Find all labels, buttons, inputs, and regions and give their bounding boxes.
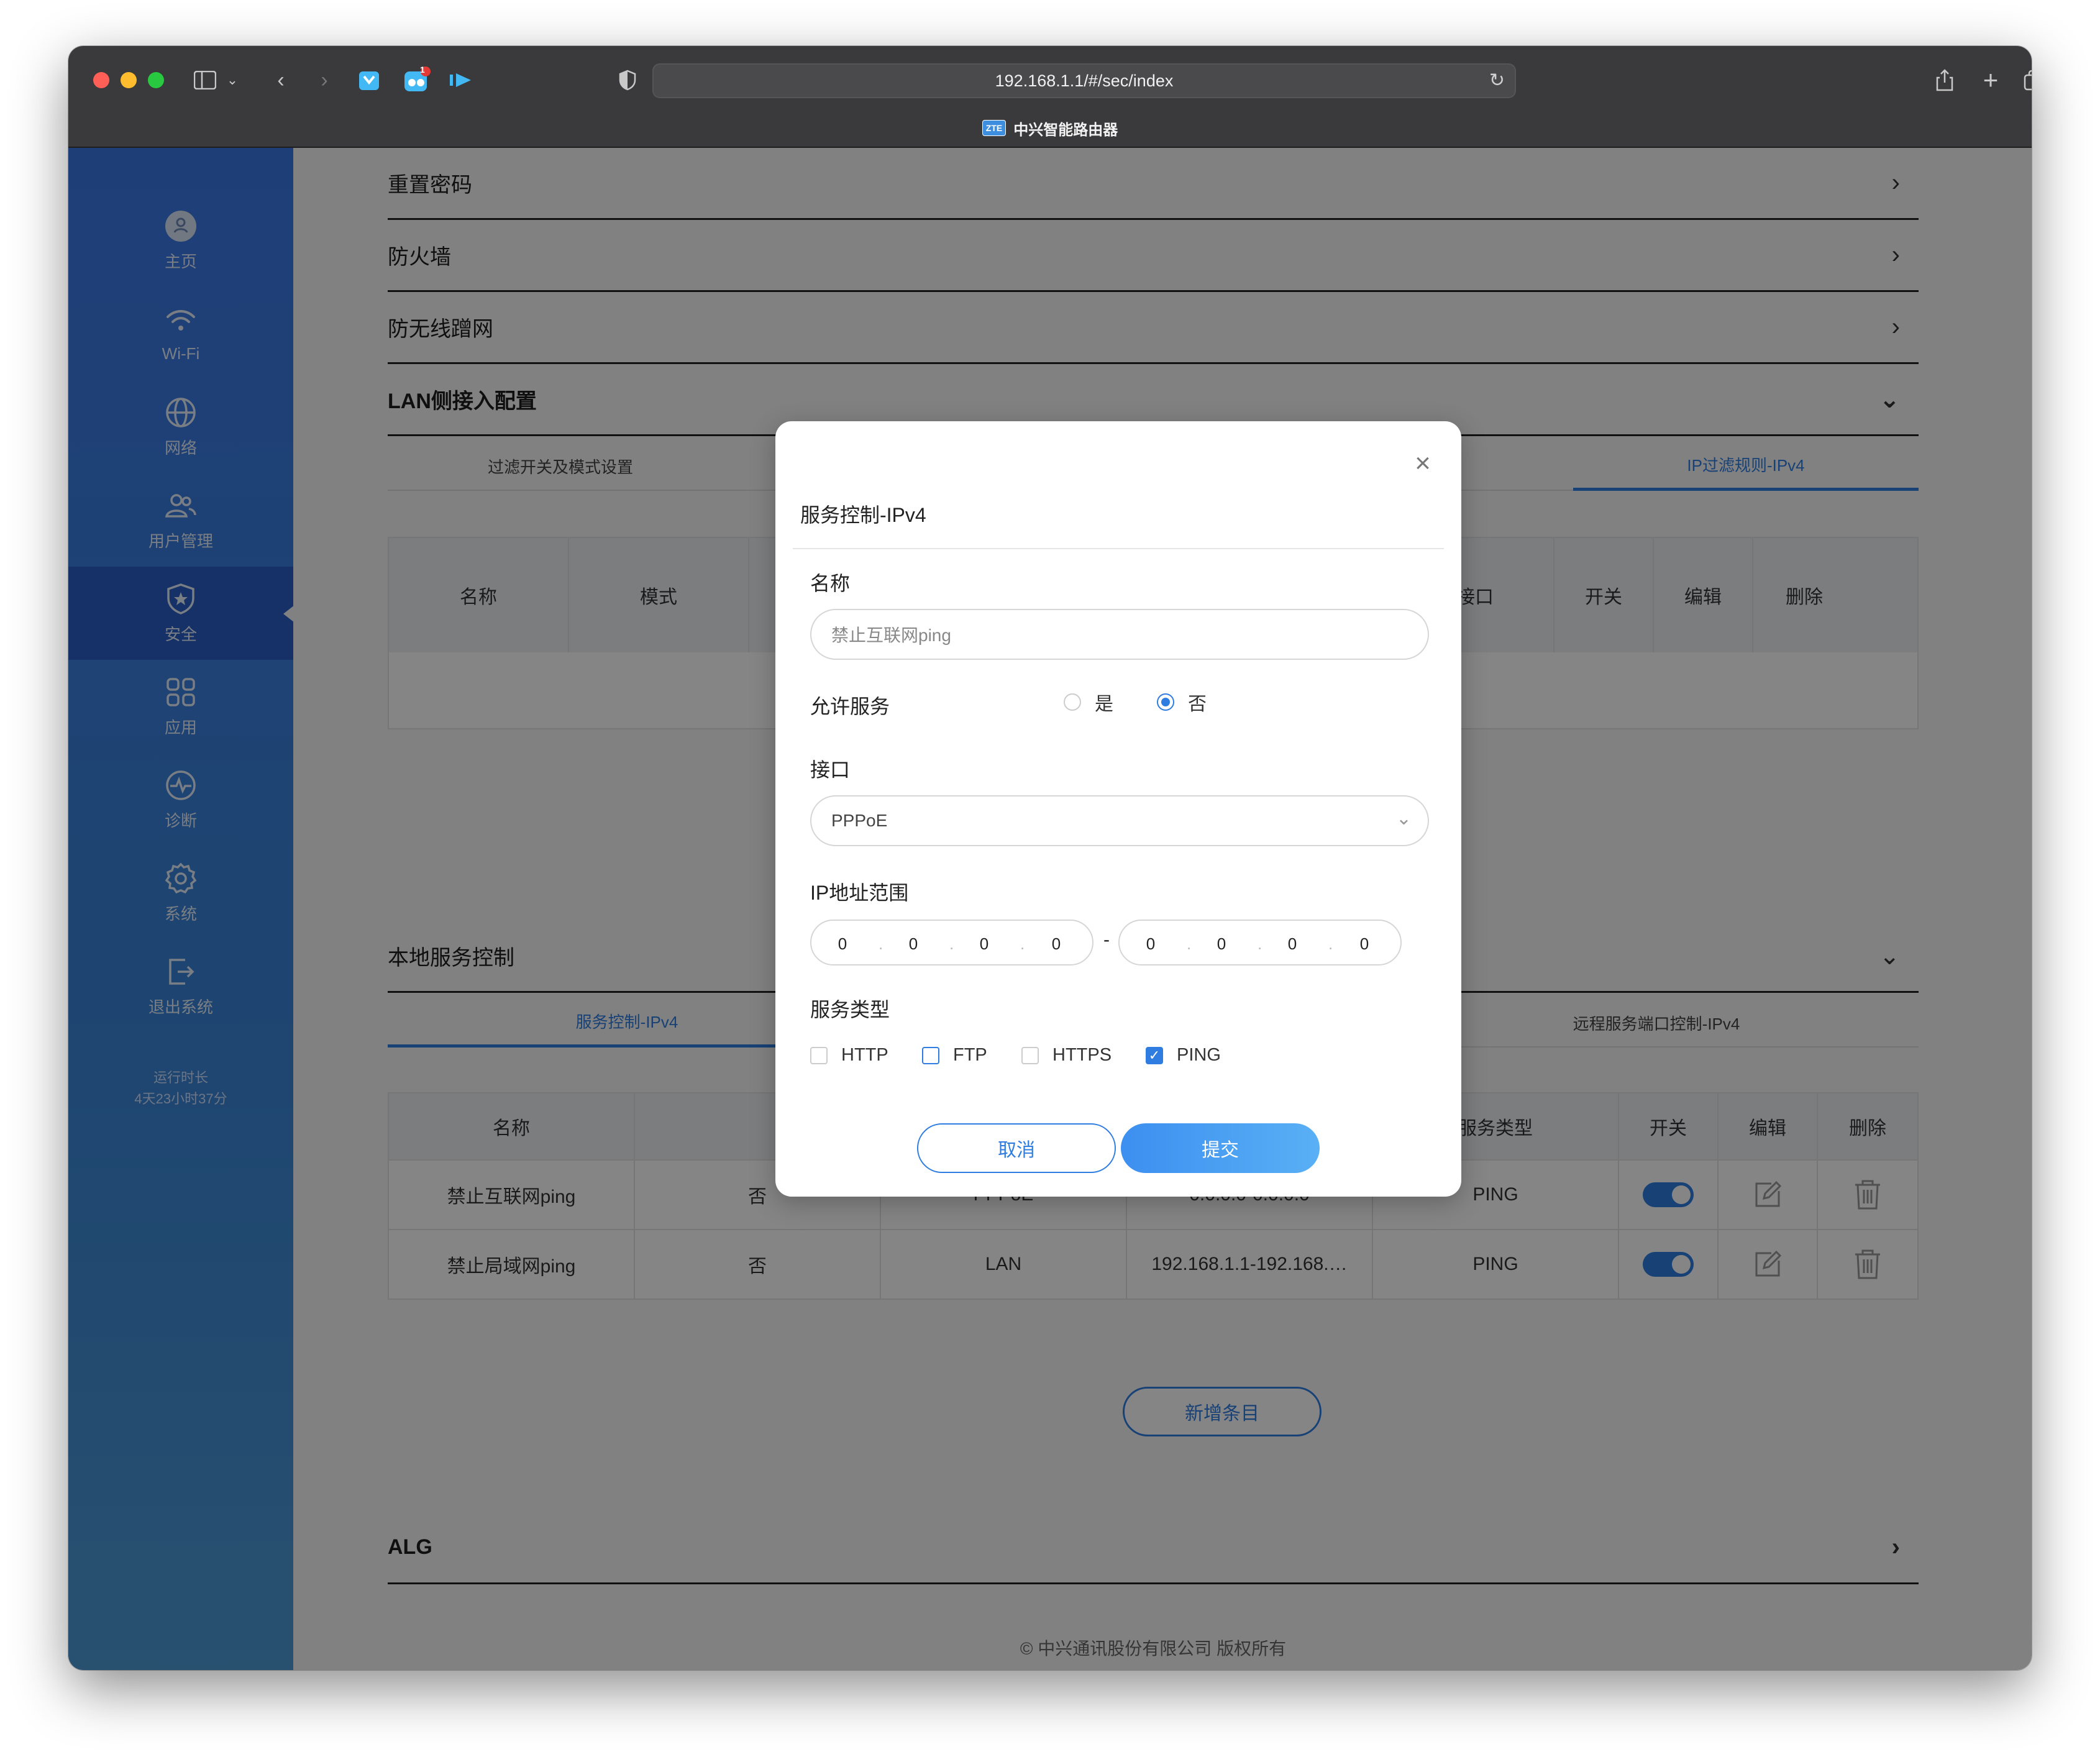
reload-icon[interactable]: ↻ [1489, 70, 1505, 91]
ip-octet[interactable]: 0 [830, 934, 855, 954]
ip-dot: . [879, 934, 883, 953]
name-input[interactable]: 禁止互联网ping [810, 609, 1429, 660]
tab-title[interactable]: ZTE 中兴智能路由器 [68, 116, 2032, 140]
ip-octet[interactable]: 0 [1280, 934, 1305, 954]
radio-circle [1157, 693, 1174, 711]
ip-dot: . [1258, 934, 1262, 953]
ip-dot: . [949, 934, 954, 953]
checkbox-label: FTP [953, 1045, 987, 1065]
router-page: 主页 Wi-Fi 网络 用户管理 安全 应用 诊断 系统 退出系统 运行时长 4… [68, 148, 2032, 1670]
url-text: 192.168.1.1/#/sec/index [995, 71, 1174, 90]
checkbox-label: HTTP [841, 1045, 888, 1065]
ip-dot: . [1328, 934, 1333, 953]
ip-start-input[interactable]: 0 . 0 . 0 . 0 [810, 920, 1093, 965]
checkbox-box [1021, 1046, 1039, 1064]
chevron-down-icon[interactable]: ⌄ [225, 66, 240, 94]
sidebar-toggle-icon[interactable] [190, 66, 220, 94]
checkbox-box [810, 1046, 828, 1064]
checkbox-label: PING [1177, 1045, 1221, 1065]
submit-button[interactable]: 提交 [1121, 1123, 1320, 1173]
radio-label: 是 [1095, 694, 1113, 714]
back-icon[interactable]: ‹ [268, 66, 293, 94]
share-icon[interactable] [1932, 66, 1957, 94]
interface-select[interactable]: PPPoE ⌄ [810, 795, 1429, 846]
http-checkbox[interactable]: HTTP [810, 1045, 888, 1066]
checkbox-box [922, 1046, 939, 1064]
tab-overview-icon[interactable] [2022, 66, 2032, 94]
extension-play-icon[interactable] [446, 66, 476, 94]
ip-end-input[interactable]: 0 . 0 . 0 . 0 [1118, 920, 1402, 965]
ip-dot: . [1187, 934, 1192, 953]
ip-octet[interactable]: 0 [1044, 934, 1069, 954]
dialog-divider [793, 548, 1444, 549]
interface-value: PPPoE [831, 811, 888, 830]
address-bar[interactable]: 192.168.1.1/#/sec/index ↻ [652, 63, 1516, 98]
minimize-window-button[interactable] [121, 72, 137, 88]
radio-circle [1064, 693, 1081, 711]
ip-octet[interactable]: 0 [1209, 934, 1234, 954]
ip-range-separator: - [1103, 929, 1110, 950]
ip-octet[interactable]: 0 [901, 934, 926, 954]
checkbox-label: HTTPS [1052, 1045, 1112, 1065]
radio-label: 否 [1188, 694, 1207, 714]
check-icon: ✓ [1146, 1046, 1163, 1064]
extension-badge-count: 1 [420, 65, 425, 75]
ping-checkbox[interactable]: ✓ PING [1146, 1045, 1221, 1066]
ip-range-label: IP地址范围 [810, 882, 909, 904]
allow-no-radio[interactable]: 否 [1157, 688, 1207, 716]
ip-octet[interactable]: 0 [972, 934, 997, 954]
browser-window: ⌄ ‹ › 1 192.168.1.1/#/sec/index ↻ + ZTE [68, 46, 2032, 1670]
tab-title-text: 中兴智能路由器 [1013, 121, 1118, 139]
ftp-checkbox[interactable]: FTP [922, 1045, 987, 1066]
name-label: 名称 [810, 572, 851, 595]
service-control-dialog: × 服务控制-IPv4 名称 禁止互联网ping 允许服务 是 否 接口 PPP… [775, 421, 1461, 1197]
dialog-title: 服务控制-IPv4 [800, 504, 926, 526]
close-window-button[interactable] [93, 72, 109, 88]
new-tab-icon[interactable]: + [1978, 65, 2003, 94]
extension-shield-icon[interactable] [354, 66, 384, 94]
allow-service-label: 允许服务 [810, 695, 890, 718]
cancel-button[interactable]: 取消 [917, 1123, 1116, 1173]
ip-octet[interactable]: 0 [1352, 934, 1377, 954]
close-icon[interactable]: × [1410, 450, 1435, 477]
https-checkbox[interactable]: HTTPS [1021, 1045, 1112, 1066]
privacy-shield-icon[interactable] [615, 66, 640, 94]
extension-badge-icon[interactable]: 1 [399, 65, 434, 94]
service-type-label: 服务类型 [810, 998, 890, 1021]
forward-icon[interactable]: › [312, 66, 337, 94]
ip-octet[interactable]: 0 [1138, 934, 1163, 954]
browser-toolbar: ⌄ ‹ › 1 192.168.1.1/#/sec/index ↻ + ZTE [68, 46, 2032, 148]
ip-dot: . [1020, 934, 1025, 953]
interface-label: 接口 [810, 759, 851, 781]
zoom-window-button[interactable] [148, 72, 164, 88]
zte-logo: ZTE [982, 120, 1007, 136]
chevron-down-icon: ⌄ [1395, 808, 1412, 829]
allow-yes-radio[interactable]: 是 [1064, 688, 1113, 716]
